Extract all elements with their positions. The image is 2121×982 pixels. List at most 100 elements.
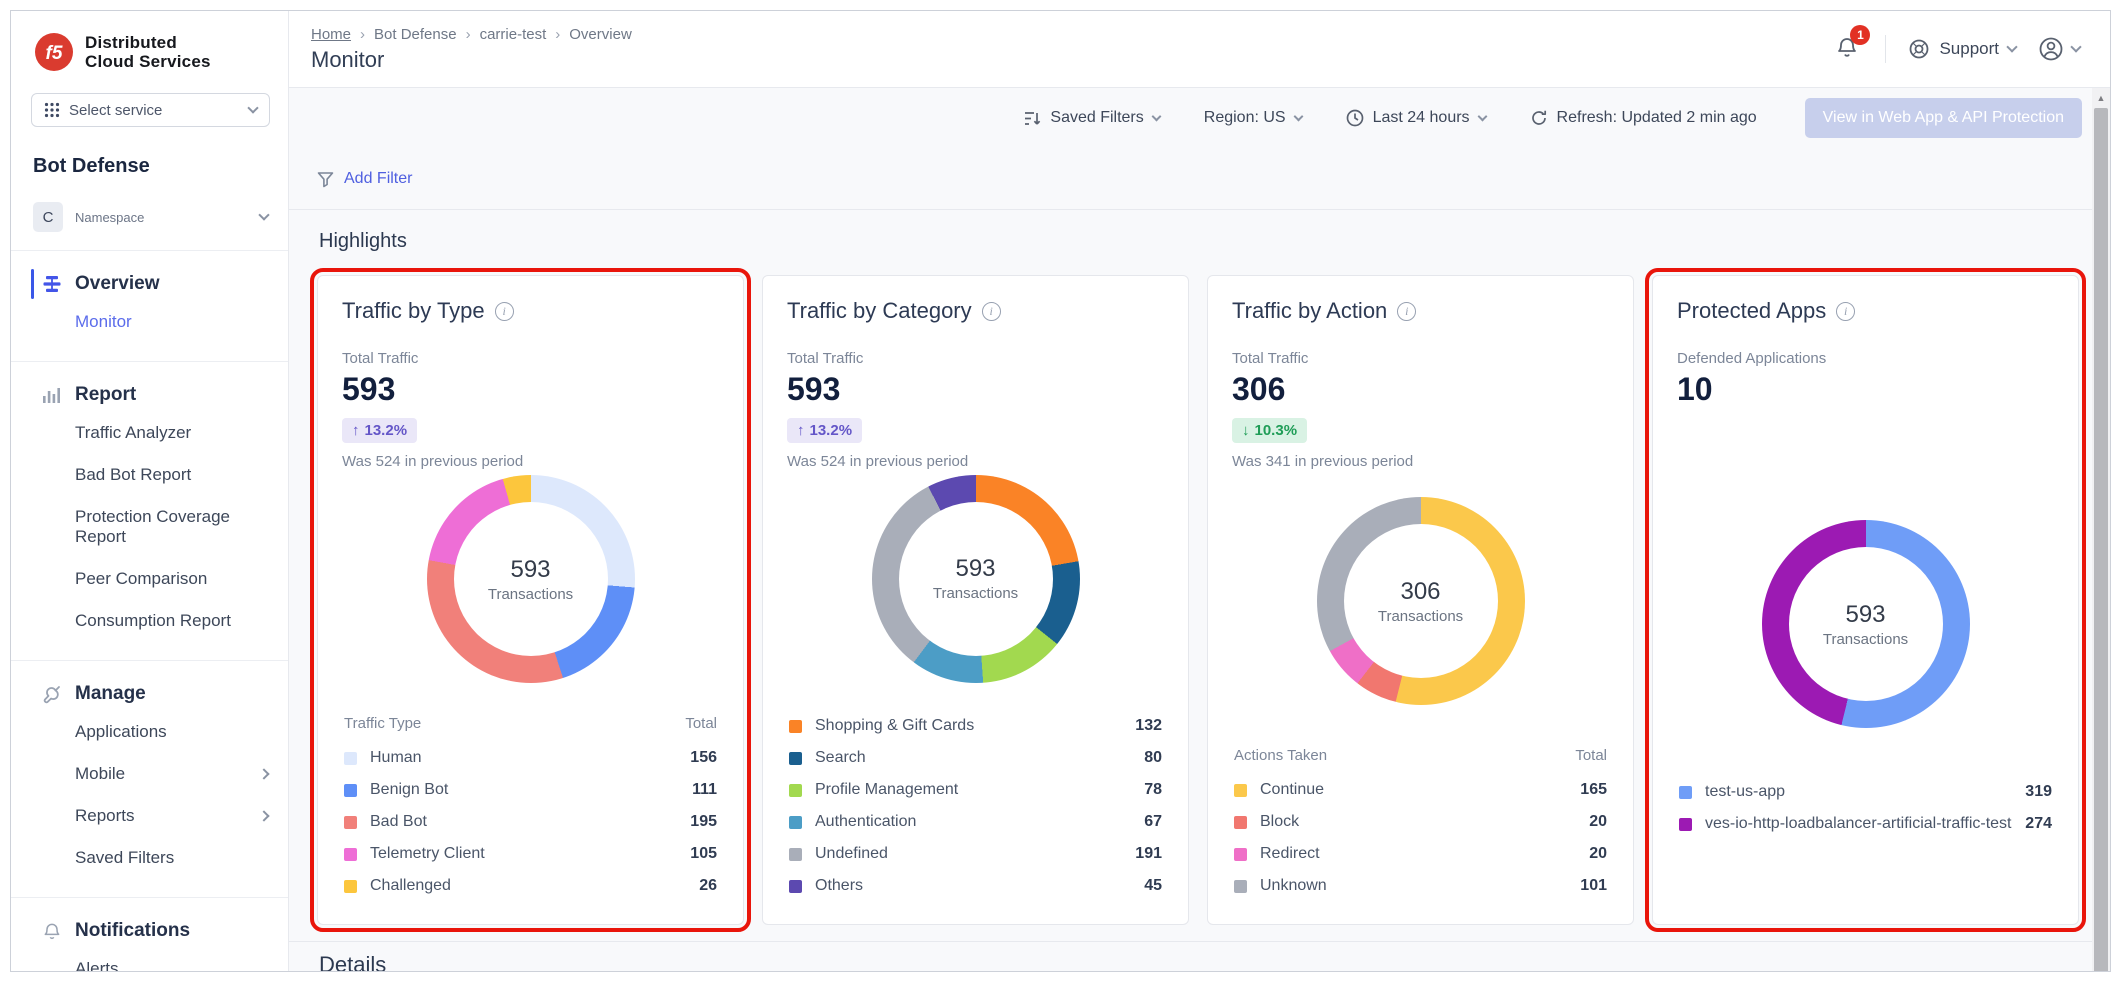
donut-chart-protected-apps[interactable]: 593 Transactions — [1762, 520, 1970, 728]
sidebar-section-report[interactable]: Report — [11, 378, 288, 412]
info-icon[interactable]: i — [1397, 302, 1416, 321]
legend-value: 67 — [1144, 813, 1162, 831]
legend-value: 80 — [1144, 749, 1162, 767]
breadcrumb-bot-defense[interactable]: Bot Defense — [374, 26, 457, 43]
chevron-down-icon — [1477, 111, 1487, 121]
legend-label: Benign Bot — [370, 781, 679, 799]
legend-row-telemetry-client[interactable]: Telemetry Client105 — [342, 838, 719, 870]
legend-row-shopping-gift-cards[interactable]: Shopping & Gift Cards 132 — [787, 710, 1164, 742]
card-title: Traffic by Category — [787, 298, 972, 324]
legend-value: 132 — [1135, 717, 1162, 735]
product-title: Bot Defense — [11, 131, 288, 188]
legend-row-challenged[interactable]: Challenged26 — [342, 870, 719, 902]
saved-filters-dropdown[interactable]: Saved Filters — [1024, 109, 1159, 127]
sidebar-item-alerts[interactable]: Alerts — [11, 948, 288, 971]
notification-count-badge: 1 — [1850, 25, 1870, 45]
chevron-down-icon — [1151, 111, 1161, 121]
scroll-up-arrow-icon[interactable]: ▲ — [2092, 88, 2110, 108]
card-title: Traffic by Action — [1232, 298, 1387, 324]
legend-value: 195 — [690, 813, 717, 831]
breadcrumb-home[interactable]: Home — [311, 26, 351, 43]
app-window: f5 Distributed Cloud Services Select ser… — [10, 10, 2111, 972]
region-dropdown[interactable]: Region: US — [1204, 109, 1302, 127]
sidebar-item-label: Mobile — [75, 764, 260, 784]
legend-row-block[interactable]: Block20 — [1232, 806, 1609, 838]
donut-chart-traffic-by-category[interactable]: 593 Transactions — [872, 475, 1080, 683]
sidebar-item-protection-coverage-report[interactable]: Protection Coverage Report — [11, 496, 288, 558]
sidebar-item-saved-filters[interactable]: Saved Filters — [11, 837, 288, 879]
sidebar-item-label: Monitor — [75, 312, 268, 332]
sidebar-item-label: Reports — [75, 806, 260, 826]
overview-icon — [41, 275, 63, 293]
stat-value: 593 — [787, 371, 1164, 408]
legend-row-benign-bot[interactable]: Benign Bot111 — [342, 774, 719, 806]
details-heading: Details — [319, 952, 2082, 971]
legend-row-test-us-app[interactable]: test-us-app319 — [1677, 776, 2054, 808]
sidebar-item-traffic-analyzer[interactable]: Traffic Analyzer — [11, 412, 288, 454]
info-icon[interactable]: i — [495, 302, 514, 321]
legend-row-redirect[interactable]: Redirect20 — [1232, 838, 1609, 870]
sidebar-item-bad-bot-report[interactable]: Bad Bot Report — [11, 454, 288, 496]
trend-arrow-icon: ↓ — [1242, 422, 1250, 439]
notifications-icon — [41, 921, 63, 941]
legend-row-profile-management[interactable]: Profile Management78 — [787, 774, 1164, 806]
breadcrumb-separator: › — [466, 26, 471, 43]
sidebar-item-label: Applications — [75, 722, 268, 742]
f5-logo-icon: f5 — [33, 31, 75, 73]
legend-row-authentication[interactable]: Authentication67 — [787, 806, 1164, 838]
sidebar-section-overview[interactable]: Overview — [11, 267, 288, 301]
support-menu[interactable]: Support — [1908, 38, 2016, 60]
donut-chart-traffic-by-action[interactable]: 306 Transactions — [1317, 497, 1525, 705]
scrollbar-thumb[interactable] — [2094, 108, 2108, 971]
legend-row-unknown[interactable]: Unknown101 — [1232, 870, 1609, 902]
legend-row-human[interactable]: Human156 — [342, 742, 719, 774]
namespace-selector[interactable]: C Namespace — [11, 188, 288, 250]
breadcrumb-separator: › — [360, 26, 365, 43]
sidebar-item-reports[interactable]: Reports — [11, 795, 288, 837]
legend-row-others[interactable]: Others45 — [787, 870, 1164, 902]
legend-label: test-us-app — [1705, 783, 2012, 801]
legend-row-bad-bot[interactable]: Bad Bot 195 — [342, 806, 719, 838]
refresh-button[interactable]: Refresh: Updated 2 min ago — [1530, 109, 1757, 127]
grid-icon — [44, 102, 60, 118]
legend-protected-apps: test-us-app319 ves-io-http-loadbalancer-a… — [1677, 776, 2054, 840]
legend-label: Profile Management — [815, 781, 1131, 799]
highlights-cards: Traffic by Type i Total Traffic 593 ↑13.… — [317, 275, 2082, 925]
user-avatar-icon — [2038, 36, 2064, 62]
legend-swatch — [344, 848, 357, 861]
sidebar-item-monitor[interactable]: Monitor — [11, 301, 288, 343]
sidebar-item-label: Alerts — [75, 959, 268, 971]
toolbar: Saved Filters Region: US Last 24 hours — [309, 88, 2082, 148]
legend-row-ves-io-http-loadbalancer-artificial-traffic-test[interactable]: ves-io-http-loadbalancer-artificial-traf… — [1677, 808, 2054, 840]
legend-row-undefined[interactable]: Undefined191 — [787, 838, 1164, 870]
view-in-waap-button[interactable]: View in Web App & API Protection — [1805, 98, 2082, 138]
notifications-button[interactable]: 1 — [1831, 31, 1863, 68]
legend-row-continue[interactable]: Continue165 — [1232, 774, 1609, 806]
legend-swatch — [344, 816, 357, 829]
sidebar-item-consumption-report[interactable]: Consumption Report — [11, 600, 288, 642]
info-icon[interactable]: i — [982, 302, 1001, 321]
select-service-dropdown[interactable]: Select service — [31, 93, 270, 127]
vertical-scrollbar[interactable]: ▲ — [2092, 88, 2110, 971]
breadcrumb-separator: › — [555, 26, 560, 43]
sidebar-item-applications[interactable]: Applications — [11, 711, 288, 753]
donut-chart-traffic-by-type[interactable]: 593 Transactions — [427, 475, 635, 683]
sidebar-section-manage[interactable]: Manage — [11, 677, 288, 711]
legend-swatch — [1234, 816, 1247, 829]
legend-label: ves-io-http-loadbalancer-artificial-traf… — [1705, 815, 2012, 833]
time-range-dropdown[interactable]: Last 24 hours — [1346, 109, 1486, 127]
breadcrumb-namespace[interactable]: carrie-test — [480, 26, 547, 43]
legend-label: Bad Bot — [370, 813, 677, 831]
sidebar-item-mobile[interactable]: Mobile — [11, 753, 288, 795]
legend-label: Shopping & Gift Cards — [815, 717, 1122, 735]
card-traffic-by-category: Traffic by Category i Total Traffic 593 … — [762, 275, 1189, 925]
legend-row-search[interactable]: Search80 — [787, 742, 1164, 774]
namespace-avatar: C — [33, 202, 63, 232]
sidebar-item-peer-comparison[interactable]: Peer Comparison — [11, 558, 288, 600]
info-icon[interactable]: i — [1836, 302, 1855, 321]
stat-note: Was 524 in previous period — [787, 453, 1164, 470]
sidebar-section-notifications[interactable]: Notifications — [11, 914, 288, 948]
add-filter-button[interactable]: Add Filter — [317, 162, 412, 196]
breadcrumb-overview[interactable]: Overview — [569, 26, 632, 43]
account-menu[interactable] — [2038, 36, 2080, 62]
